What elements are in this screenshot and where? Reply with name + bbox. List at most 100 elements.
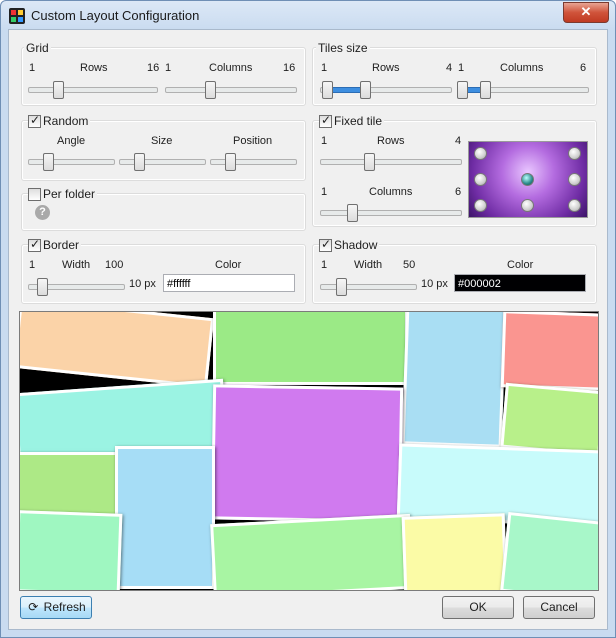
- border-width-max: 100: [105, 259, 124, 271]
- shadow-width-value: 10 px: [421, 278, 448, 290]
- border-checkbox[interactable]: ✓: [28, 237, 41, 252]
- grid-cols-slider-thumb[interactable]: [205, 81, 216, 99]
- border-width-min: 1: [29, 259, 36, 271]
- cancel-button-label: Cancel: [540, 600, 578, 614]
- tiles-cols-min: 1: [458, 62, 465, 74]
- fixed-tile-checkbox[interactable]: ✓: [319, 113, 332, 128]
- tiles-cols-max: 6: [580, 62, 587, 74]
- border-width-slider-thumb[interactable]: [37, 278, 48, 296]
- refresh-icon: ⟳: [28, 600, 39, 614]
- close-icon: ✕: [580, 4, 592, 19]
- tiles-rows-slider-thumb-low[interactable]: [322, 81, 333, 99]
- tiles-cols-slider-thumb-high[interactable]: [480, 81, 491, 99]
- ok-button[interactable]: OK: [442, 596, 514, 619]
- tiles-cols-label: Columns: [500, 62, 544, 74]
- grid-cols-max: 16: [283, 62, 296, 74]
- tiles-rows-slider-thumb-high[interactable]: [360, 81, 371, 99]
- fixed-rows-slider-thumb[interactable]: [364, 153, 375, 171]
- angle-track[interactable]: [28, 159, 115, 165]
- border-color-label: Color: [215, 259, 242, 271]
- preview-tile-skyblue: [401, 312, 507, 448]
- title-bar: Custom Layout Configuration ✕: [1, 1, 615, 29]
- tiles-rows-max: 4: [446, 62, 453, 74]
- fixed-cols-max: 6: [455, 186, 462, 198]
- per-folder-checkbox[interactable]: [28, 188, 41, 201]
- help-icon[interactable]: ?: [35, 205, 50, 220]
- shadow-width-slider-thumb[interactable]: [336, 278, 347, 296]
- tiles-rows-min: 1: [321, 62, 328, 74]
- random-group: [21, 120, 306, 181]
- preview-tile-green: [213, 312, 408, 385]
- anchor-bottom-left[interactable]: [474, 199, 487, 212]
- anchor-top-right[interactable]: [568, 147, 581, 160]
- fixed-cols-slider-thumb[interactable]: [347, 204, 358, 222]
- close-button[interactable]: ✕: [563, 2, 609, 23]
- fixed-rows-track[interactable]: [320, 159, 462, 165]
- check-icon: ✓: [321, 237, 332, 251]
- app-icon: [9, 8, 25, 24]
- check-icon: ✓: [321, 113, 332, 127]
- fixed-cols-track[interactable]: [320, 210, 462, 216]
- preview-tile-orange: [20, 312, 215, 388]
- preview-tile-green2: [210, 513, 414, 590]
- layout-preview: [19, 311, 599, 591]
- anchor-top-left[interactable]: [474, 147, 487, 160]
- grid-rows-slider-thumb[interactable]: [53, 81, 64, 99]
- refresh-button[interactable]: ⟳ Refresh: [20, 596, 92, 619]
- tiles-rows-label: Rows: [372, 62, 400, 74]
- border-width-value: 10 px: [129, 278, 156, 290]
- anchor-center[interactable]: [521, 173, 534, 186]
- tiles-cols-slider-thumb-low[interactable]: [457, 81, 468, 99]
- anchor-middle-left[interactable]: [474, 173, 487, 186]
- window-title: Custom Layout Configuration: [31, 8, 200, 23]
- size-slider-thumb[interactable]: [134, 153, 145, 171]
- refresh-button-label: Refresh: [43, 600, 86, 614]
- border-label: Border: [41, 238, 82, 252]
- preview-tile-lightgreen: [500, 382, 598, 457]
- ok-button-label: OK: [469, 600, 487, 614]
- grid-rows-track[interactable]: [28, 87, 158, 93]
- border-width-label: Width: [62, 259, 91, 271]
- shadow-color-input[interactable]: #000002: [454, 274, 586, 292]
- random-position-label: Position: [233, 135, 273, 147]
- grid-cols-label: Columns: [209, 62, 253, 74]
- preview-tile-red: [500, 312, 598, 391]
- random-angle-label: Angle: [57, 135, 86, 147]
- fixed-cols-label: Columns: [369, 186, 413, 198]
- fixed-rows-min: 1: [321, 135, 328, 147]
- random-label: Random: [41, 114, 91, 128]
- size-track[interactable]: [119, 159, 206, 165]
- anchor-middle-right[interactable]: [568, 173, 581, 186]
- shadow-width-track[interactable]: [320, 284, 417, 290]
- preview-tile-yellow: [401, 513, 508, 590]
- tile-anchor-picker[interactable]: [468, 141, 588, 218]
- random-checkbox[interactable]: ✓: [28, 113, 41, 128]
- shadow-width-label: Width: [354, 259, 383, 271]
- anchor-bottom-right[interactable]: [568, 199, 581, 212]
- shadow-label: Shadow: [332, 238, 380, 252]
- grid-cols-min: 1: [165, 62, 172, 74]
- fixed-cols-min: 1: [321, 186, 328, 198]
- border-color-input[interactable]: #ffffff: [163, 274, 295, 292]
- cancel-button[interactable]: Cancel: [523, 596, 595, 619]
- shadow-color-label: Color: [507, 259, 534, 271]
- fixed-tile-label: Fixed tile: [332, 114, 385, 128]
- check-icon: ✓: [30, 237, 41, 251]
- shadow-checkbox[interactable]: ✓: [319, 237, 332, 252]
- random-size-label: Size: [151, 135, 173, 147]
- fixed-rows-max: 4: [455, 135, 462, 147]
- per-folder-label: Per folder: [41, 187, 98, 201]
- tiles-size-group: [312, 47, 597, 106]
- preview-tile-blue: [115, 446, 215, 589]
- grid-cols-track[interactable]: [165, 87, 297, 93]
- angle-slider-thumb[interactable]: [43, 153, 54, 171]
- shadow-width-min: 1: [321, 259, 328, 271]
- position-slider-thumb[interactable]: [225, 153, 236, 171]
- shadow-width-max: 50: [403, 259, 416, 271]
- anchor-bottom-center[interactable]: [521, 199, 534, 212]
- position-track[interactable]: [210, 159, 297, 165]
- preview-tile-seagreen: [500, 511, 598, 590]
- preview-tile-violet: [210, 384, 404, 523]
- grid-rows-max: 16: [147, 62, 160, 74]
- tiles-size-group-label: Tiles size: [316, 41, 370, 55]
